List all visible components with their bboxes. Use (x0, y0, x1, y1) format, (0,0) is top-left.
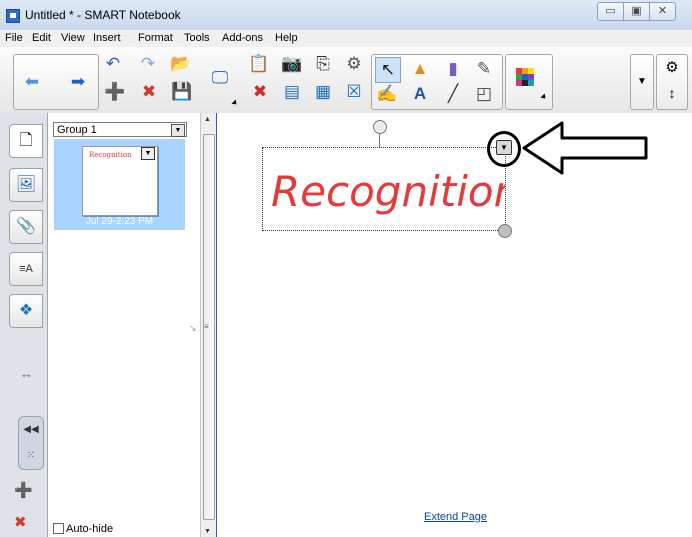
add-page-icon[interactable]: ➕ (103, 80, 127, 104)
save-icon[interactable]: 💾 (170, 80, 194, 104)
rotate-handle[interactable] (373, 120, 387, 134)
delete-page-icon[interactable]: ✖ (137, 80, 161, 104)
annotation-arrow-icon (522, 121, 648, 175)
scroll-down-icon[interactable]: ▼ (200, 528, 215, 537)
capture-icon[interactable]: 📷 (280, 52, 304, 76)
scrollbar-grip-icon: ≡ (204, 322, 209, 331)
toolbar-settings-group: ⚙ ↕ (656, 54, 688, 110)
window-title: Untitled * - SMART Notebook (25, 8, 181, 22)
autohide-label: Auto-hide (66, 523, 114, 535)
text-tool-icon[interactable]: A (408, 82, 432, 106)
line-tool-icon[interactable]: ╱ (441, 82, 465, 106)
page-sorter-tab-icon[interactable]: 🗋 (9, 124, 43, 158)
insert-table-icon[interactable]: ▤ (280, 80, 304, 104)
add-page-side-icon[interactable]: ➕ (14, 481, 33, 499)
gallery-tab-icon[interactable]: 🖼 (9, 168, 43, 202)
settings-gear-icon[interactable]: ⚙ (660, 56, 684, 80)
ink-selection-box[interactable]: Recognition (262, 147, 520, 231)
menu-tools[interactable]: Tools (184, 32, 210, 44)
more-tools-button[interactable]: ▼ (630, 54, 654, 110)
handwritten-ink-text: Recognition (271, 167, 505, 216)
maximize-button[interactable]: ▣ (623, 2, 650, 21)
undo-icon[interactable]: ↶ (101, 52, 125, 76)
panel-resize-grip-icon[interactable]: ↘ (189, 323, 197, 333)
clone-icon[interactable]: ⎘ (311, 52, 335, 76)
menu-edit[interactable]: Edit (32, 32, 51, 44)
addons-tab-icon[interactable]: ❖ (9, 294, 43, 328)
eraser-icon[interactable]: ▮ (441, 57, 465, 81)
menu-insert[interactable]: Insert (93, 32, 121, 44)
group-select[interactable]: Group 1 (53, 122, 187, 137)
extend-page-link[interactable]: Extend Page (424, 511, 487, 523)
color-dropdown-icon[interactable] (540, 93, 548, 101)
scroll-up-icon[interactable]: ▲ (200, 116, 215, 126)
handwritten-recognition-ink: Recognition (271, 167, 520, 216)
delete-page-side-icon[interactable]: ✖ (14, 513, 27, 531)
menu-add-ons[interactable]: Add-ons (222, 32, 263, 44)
collapse-panel-handle[interactable]: ◀◀ ⁙ (18, 416, 44, 470)
smart-notebook-app-icon[interactable] (6, 9, 20, 23)
forward-arrow-icon[interactable]: ➡ (66, 70, 90, 94)
thumbnail-label: Jul 29-2:23 PM (85, 216, 154, 227)
pens-icon[interactable]: ✍ (375, 82, 399, 106)
color-palette-icon (516, 68, 534, 86)
shapes-icon[interactable]: ▲ (408, 57, 432, 81)
object-menu-arrow-icon[interactable]: ▼ (496, 140, 512, 155)
full-screen-icon[interactable]: ⚙ (342, 52, 366, 76)
menu-bar: File Edit View Insert Format Tools Add-o… (0, 30, 692, 47)
thumbnail-menu-icon[interactable]: ▼ (141, 147, 155, 160)
screen-shade-icon[interactable]: 🖵 (208, 66, 232, 90)
menu-format[interactable]: Format (138, 32, 173, 44)
open-file-icon[interactable]: 📂 (169, 52, 193, 76)
autohide-checkbox[interactable] (53, 523, 64, 534)
attachments-tab-icon[interactable]: 📎 (9, 210, 43, 244)
group-dropdown-icon[interactable]: ▼ (171, 124, 185, 137)
toolbar: ⬅ ➡ ↶ ↷ 📂 ➕ ✖ 💾 🖵 📋 📷 ⎘ ⚙ ✖ ▤ ▦ ☒ ↖ ▲ ▮ … (0, 47, 692, 114)
redo-icon[interactable]: ↷ (136, 52, 160, 76)
thumbnail-ink-text: Recognition (89, 151, 132, 159)
toolbar-nav-group: ⬅ ➡ (13, 54, 99, 110)
side-tab-strip: 🗋 🖼 📎 ≡A ❖ ↔ ◀◀ ⁙ ➕ ✖ (0, 113, 48, 537)
magic-pen-icon[interactable]: ✎ (472, 57, 496, 81)
properties-tab-icon[interactable]: ≡A (9, 252, 43, 286)
menu-help[interactable]: Help (275, 32, 298, 44)
paste-icon[interactable]: 📋 (247, 52, 271, 76)
delete-icon[interactable]: ✖ (248, 80, 272, 104)
move-toolbar-icon[interactable]: ↕ (660, 81, 684, 105)
back-arrow-icon[interactable]: ⬅ (20, 70, 44, 94)
close-box-icon[interactable]: ☒ (342, 80, 366, 104)
toolbar-tools-group: ↖ ▲ ▮ ✎ ✍ A ╱ ◰ (371, 54, 503, 110)
rotate-handle-line (379, 133, 380, 147)
close-button[interactable]: ✕ (649, 2, 676, 21)
resize-handle[interactable] (498, 224, 512, 238)
menu-view[interactable]: View (61, 32, 85, 44)
minimize-button[interactable]: ▭ (597, 2, 624, 21)
select-arrow-icon[interactable]: ↖ (375, 57, 401, 83)
fill-tool-icon[interactable]: ◰ (472, 82, 496, 106)
chevron-down-icon: ▼ (637, 76, 647, 87)
table-icon[interactable]: ▦ (311, 80, 335, 104)
screen-shade-dropdown-icon[interactable] (231, 99, 239, 107)
color-palette-button[interactable] (505, 54, 553, 110)
expand-arrows-icon[interactable]: ↔ (20, 366, 33, 381)
menu-file[interactable]: File (5, 32, 23, 44)
